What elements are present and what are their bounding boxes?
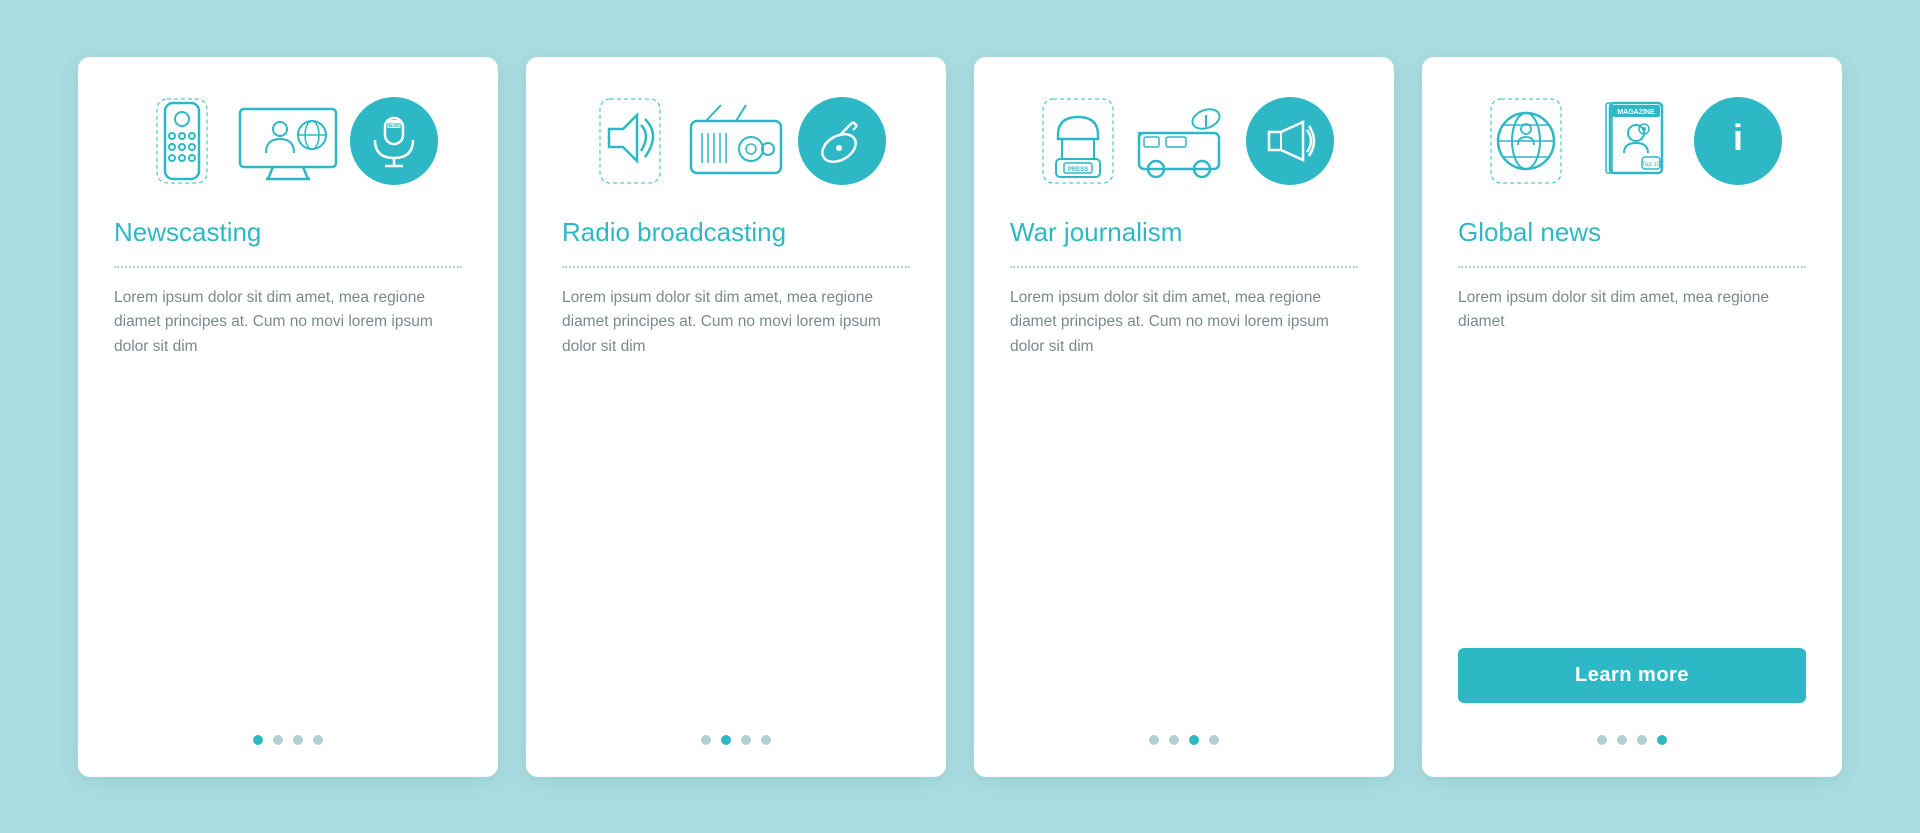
svg-text:PRESS: PRESS <box>1068 167 1088 173</box>
info-circle-icon: i <box>1694 97 1782 185</box>
magazine-icon: MAGAZINE Top 10 <box>1588 97 1676 185</box>
cards-container: NEWS Newscasting Lorem ipsum dolor sit d… <box>38 17 1882 817</box>
remote-control-icon <box>138 97 226 185</box>
card-icons-newscasting: NEWS <box>114 97 462 185</box>
card-dots-radio <box>701 735 771 745</box>
card-icons-global: MAGAZINE Top 10 i <box>1458 97 1806 185</box>
card-global-news: MAGAZINE Top 10 i <box>1422 57 1842 777</box>
journalist-icon: PRESS <box>1034 97 1122 185</box>
card-text-war: Lorem ipsum dolor sit dim amet, mea regi… <box>1010 286 1358 707</box>
news-van-icon <box>1140 97 1228 185</box>
card-title-newscasting: Newscasting <box>114 217 462 248</box>
globe-icon <box>1482 97 1570 185</box>
megaphone-circle-icon <box>1246 97 1334 185</box>
dot-2[interactable] <box>273 735 283 745</box>
card-radio-broadcasting: Radio broadcasting Lorem ipsum dolor sit… <box>526 57 946 777</box>
tv-news-icon <box>244 97 332 185</box>
card-war-journalism: PRESS <box>974 57 1394 777</box>
card-text-radio: Lorem ipsum dolor sit dim amet, mea regi… <box>562 286 910 707</box>
dot-3[interactable] <box>293 735 303 745</box>
dot-2[interactable] <box>1617 735 1627 745</box>
svg-text:NEWS: NEWS <box>387 123 403 129</box>
dot-2[interactable] <box>721 735 731 745</box>
dot-4[interactable] <box>761 735 771 745</box>
dot-3[interactable] <box>741 735 751 745</box>
learn-more-button[interactable]: Learn more <box>1458 648 1806 703</box>
card-divider-radio <box>562 266 910 268</box>
card-text-global: Lorem ipsum dolor sit dim amet, mea regi… <box>1458 286 1806 630</box>
radio-icon <box>692 97 780 185</box>
card-dots-war <box>1149 735 1219 745</box>
dot-1[interactable] <box>1149 735 1159 745</box>
card-title-war: War journalism <box>1010 217 1358 248</box>
dot-4[interactable] <box>313 735 323 745</box>
dot-2[interactable] <box>1169 735 1179 745</box>
card-title-global: Global news <box>1458 217 1806 248</box>
speaker-icon <box>586 97 674 185</box>
card-divider-global <box>1458 266 1806 268</box>
dot-1[interactable] <box>701 735 711 745</box>
card-icons-radio <box>562 97 910 185</box>
svg-text:MAGAZINE: MAGAZINE <box>1617 109 1655 116</box>
dot-4[interactable] <box>1209 735 1219 745</box>
satellite-circle-icon <box>798 97 886 185</box>
card-title-radio: Radio broadcasting <box>562 217 910 248</box>
card-dots-global <box>1597 735 1667 745</box>
dot-3[interactable] <box>1189 735 1199 745</box>
microphone-circle-icon: NEWS <box>350 97 438 185</box>
dot-4[interactable] <box>1657 735 1667 745</box>
svg-text:i: i <box>1733 117 1743 158</box>
dot-1[interactable] <box>253 735 263 745</box>
card-newscasting: NEWS Newscasting Lorem ipsum dolor sit d… <box>78 57 498 777</box>
card-dots-newscasting <box>253 735 323 745</box>
svg-text:Top 10: Top 10 <box>1642 162 1661 168</box>
dot-3[interactable] <box>1637 735 1647 745</box>
card-divider-war <box>1010 266 1358 268</box>
card-text-newscasting: Lorem ipsum dolor sit dim amet, mea regi… <box>114 286 462 707</box>
dot-1[interactable] <box>1597 735 1607 745</box>
card-icons-war: PRESS <box>1010 97 1358 185</box>
card-divider-newscasting <box>114 266 462 268</box>
